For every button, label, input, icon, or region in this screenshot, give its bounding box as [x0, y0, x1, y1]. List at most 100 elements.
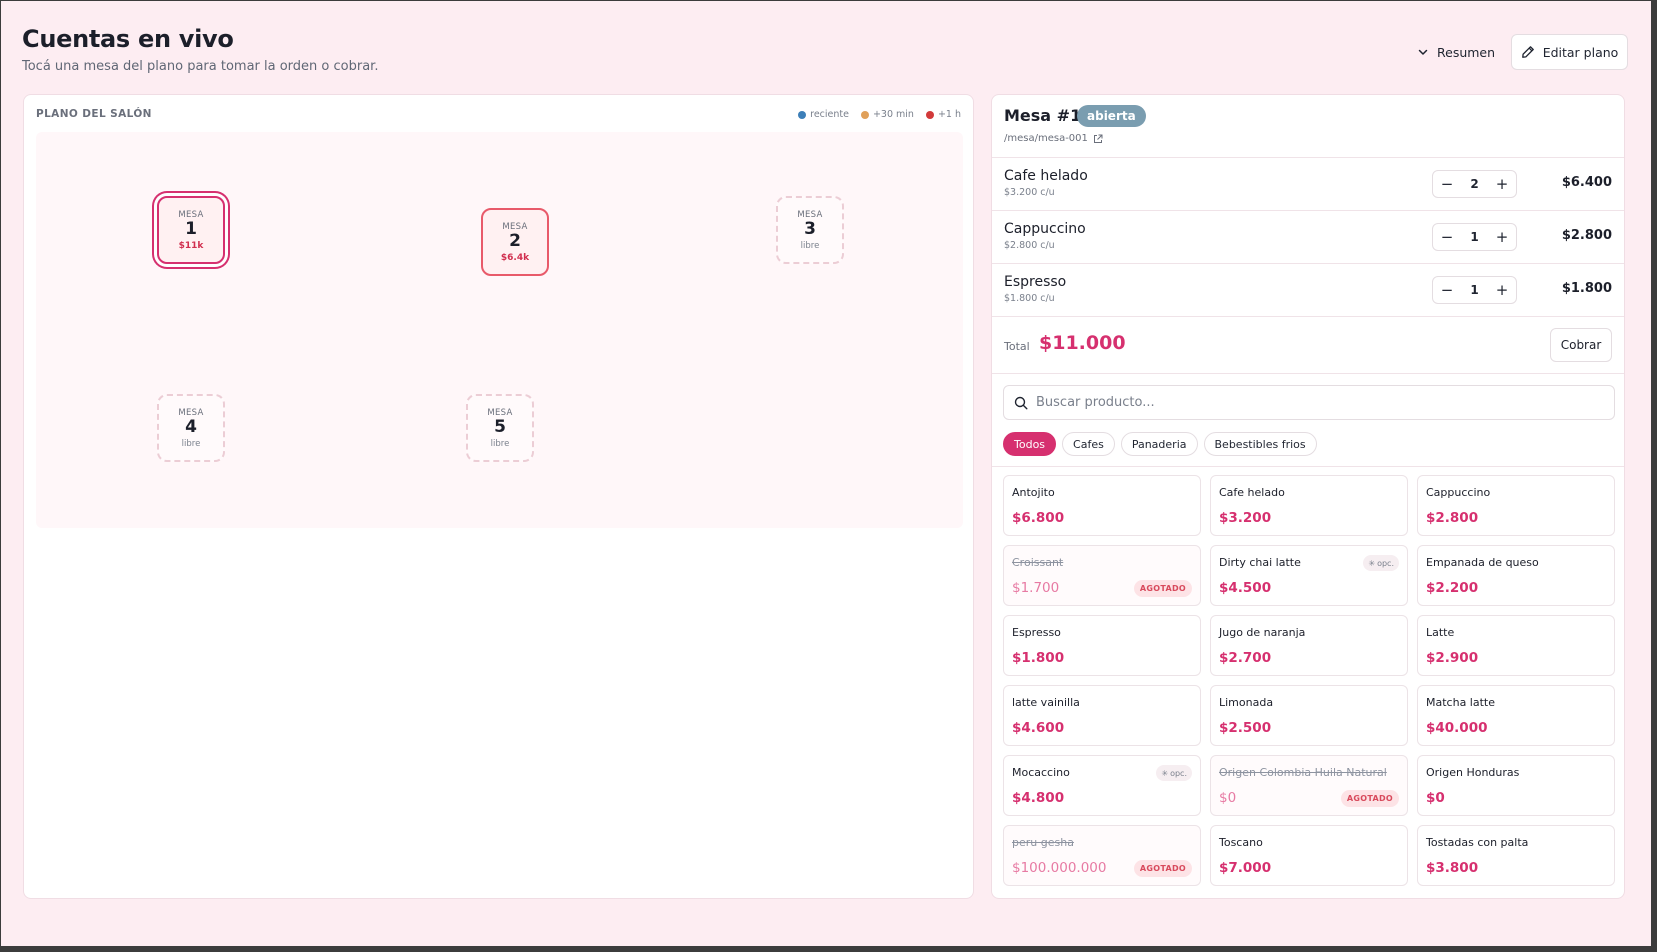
total-label: Total — [1004, 340, 1030, 353]
divider — [992, 466, 1624, 467]
legend-dot-icon — [860, 110, 869, 119]
product-card[interactable]: Tostadas con palta $3.800 — [1417, 825, 1615, 886]
quantity-value: 1 — [1470, 230, 1479, 244]
product-card[interactable]: Limonada $2.500 — [1210, 685, 1408, 746]
legend-dot-icon — [798, 110, 807, 119]
product-name: Cafe helado — [1219, 486, 1285, 499]
tab-panaderia[interactable]: Panaderia — [1120, 432, 1198, 456]
resumen-toggle-button[interactable]: Resumen — [1409, 36, 1503, 68]
product-card[interactable]: Empanada de queso $2.200 — [1417, 545, 1615, 606]
mesa-link-text: /mesa/mesa-001 — [1004, 133, 1088, 144]
legend-label: reciente — [810, 109, 849, 120]
legend-item-1h: +1 h — [925, 109, 961, 120]
product-card[interactable]: Antojito $6.800 — [1003, 475, 1201, 536]
table-label: MESA — [797, 209, 823, 220]
legend-label: +30 min — [872, 109, 914, 120]
total-amount: $11.000 — [1039, 332, 1126, 354]
product-name: Toscano — [1219, 836, 1263, 849]
table-label: MESA — [487, 407, 513, 418]
product-price: $2.900 — [1426, 650, 1479, 666]
product-card[interactable]: Espresso $1.800 — [1003, 615, 1201, 676]
mesa-link[interactable]: /mesa/mesa-001 — [1004, 133, 1103, 144]
chevron-down-icon — [1418, 49, 1428, 55]
legend-dot-icon — [925, 110, 934, 119]
product-card-sold-out[interactable]: peru gesha $100.000.000 AGOTADO — [1003, 825, 1201, 886]
line-item-name: Cappuccino — [1004, 221, 1086, 237]
product-card[interactable]: Matcha latte $40.000 — [1417, 685, 1615, 746]
product-card[interactable]: latte vainilla $4.600 — [1003, 685, 1201, 746]
table-number: 5 — [494, 416, 506, 437]
legend-item-30min: +30 min — [860, 109, 914, 120]
tab-bebestibles-frios[interactable]: Bebestibles frios — [1203, 432, 1317, 456]
quantity-stepper: − 2 + — [1432, 170, 1517, 198]
product-price: $2.700 — [1219, 650, 1272, 666]
product-card[interactable]: Origen Honduras $0 — [1417, 755, 1615, 816]
product-name: Croissant — [1012, 556, 1064, 569]
increment-button[interactable]: + — [1488, 175, 1516, 193]
table-mesa-4[interactable]: MESA 4 libre — [157, 394, 225, 462]
product-card-sold-out[interactable]: Origen Colombia Huila Natural $0 AGOTADO — [1210, 755, 1408, 816]
product-name: Mocaccino — [1012, 766, 1070, 779]
decrement-button[interactable]: − — [1433, 228, 1461, 246]
line-item-total: $2.800 — [1561, 228, 1612, 243]
order-title: Mesa #1 — [1004, 106, 1082, 125]
quantity-value: 2 — [1470, 177, 1479, 191]
product-price: $6.800 — [1012, 510, 1065, 526]
product-price: $2.500 — [1219, 720, 1272, 736]
divider — [992, 373, 1624, 374]
edit-floor-button[interactable]: Editar plano — [1511, 34, 1628, 70]
line-item-name: Cafe helado — [1004, 168, 1088, 184]
floor-plan-panel: PLANO DEL SALÓN reciente +30 min +1 h ME… — [23, 94, 974, 899]
product-name: Espresso — [1012, 626, 1061, 639]
table-mesa-3[interactable]: MESA 3 libre — [776, 196, 844, 264]
table-number: 4 — [185, 416, 197, 437]
product-name: Matcha latte — [1426, 696, 1495, 709]
pencil-icon — [1521, 46, 1534, 58]
product-price: $4.800 — [1012, 790, 1065, 806]
product-card[interactable]: Cappuccino $2.800 — [1417, 475, 1615, 536]
order-panel: Mesa #1 abierta /mesa/mesa-001 Cafe hela… — [991, 94, 1625, 899]
increment-button[interactable]: + — [1488, 228, 1516, 246]
cobrar-button[interactable]: Cobrar — [1550, 328, 1612, 362]
legend-item-recent: reciente — [798, 109, 849, 120]
decrement-button[interactable]: − — [1433, 281, 1461, 299]
product-name: latte vainilla — [1012, 696, 1080, 709]
options-badge: ✳ opc. — [1156, 765, 1192, 781]
product-name: Origen Honduras — [1426, 766, 1520, 779]
table-mesa-1[interactable]: MESA 1 $11k — [157, 196, 225, 264]
product-card[interactable]: Cafe helado $3.200 — [1210, 475, 1408, 536]
app-window: Cuentas en vivo Tocá una mesa del plano … — [1, 1, 1651, 946]
divider — [992, 316, 1624, 317]
product-name: peru gesha — [1012, 836, 1074, 849]
table-label: MESA — [502, 221, 528, 232]
product-price: $3.200 — [1219, 510, 1272, 526]
table-number: 3 — [804, 218, 816, 239]
table-mesa-2[interactable]: MESA 2 $6.4k — [481, 208, 549, 276]
sparkle-icon: ✳ — [1161, 768, 1169, 778]
decrement-button[interactable]: − — [1433, 175, 1461, 193]
product-card[interactable]: Toscano $7.000 — [1210, 825, 1408, 886]
product-card-sold-out[interactable]: Croissant $1.700 AGOTADO — [1003, 545, 1201, 606]
product-card[interactable]: Latte $2.900 — [1417, 615, 1615, 676]
legend-label: +1 h — [937, 109, 961, 120]
edit-floor-label: Editar plano — [1542, 44, 1619, 60]
product-name: Origen Colombia Huila Natural — [1219, 766, 1387, 779]
quantity-stepper: − 1 + — [1432, 276, 1517, 304]
tab-cafes[interactable]: Cafes — [1062, 432, 1115, 456]
product-name: Tostadas con palta — [1426, 836, 1529, 849]
product-card[interactable]: Jugo de naranja $2.700 — [1210, 615, 1408, 676]
quantity-stepper: − 1 + — [1432, 223, 1517, 251]
increment-button[interactable]: + — [1488, 281, 1516, 299]
search-input[interactable] — [1036, 395, 1596, 410]
table-amount: $6.4k — [500, 252, 530, 263]
sold-out-badge: AGOTADO — [1133, 860, 1192, 877]
order-line-item: Cafe helado $3.200 c/u − 2 + $6.400 — [992, 158, 1624, 210]
product-card[interactable]: Dirty chai latte $4.500 ✳ opc. — [1210, 545, 1408, 606]
table-amount: $11k — [178, 240, 204, 251]
product-card[interactable]: Mocaccino $4.800 ✳ opc. — [1003, 755, 1201, 816]
floor-plan-title: PLANO DEL SALÓN — [36, 108, 152, 120]
table-mesa-5[interactable]: MESA 5 libre — [466, 394, 534, 462]
order-line-item: Espresso $1.800 c/u − 1 + $1.800 — [992, 264, 1624, 316]
table-status: libre — [490, 438, 510, 449]
tab-todos[interactable]: Todos — [1003, 432, 1057, 456]
